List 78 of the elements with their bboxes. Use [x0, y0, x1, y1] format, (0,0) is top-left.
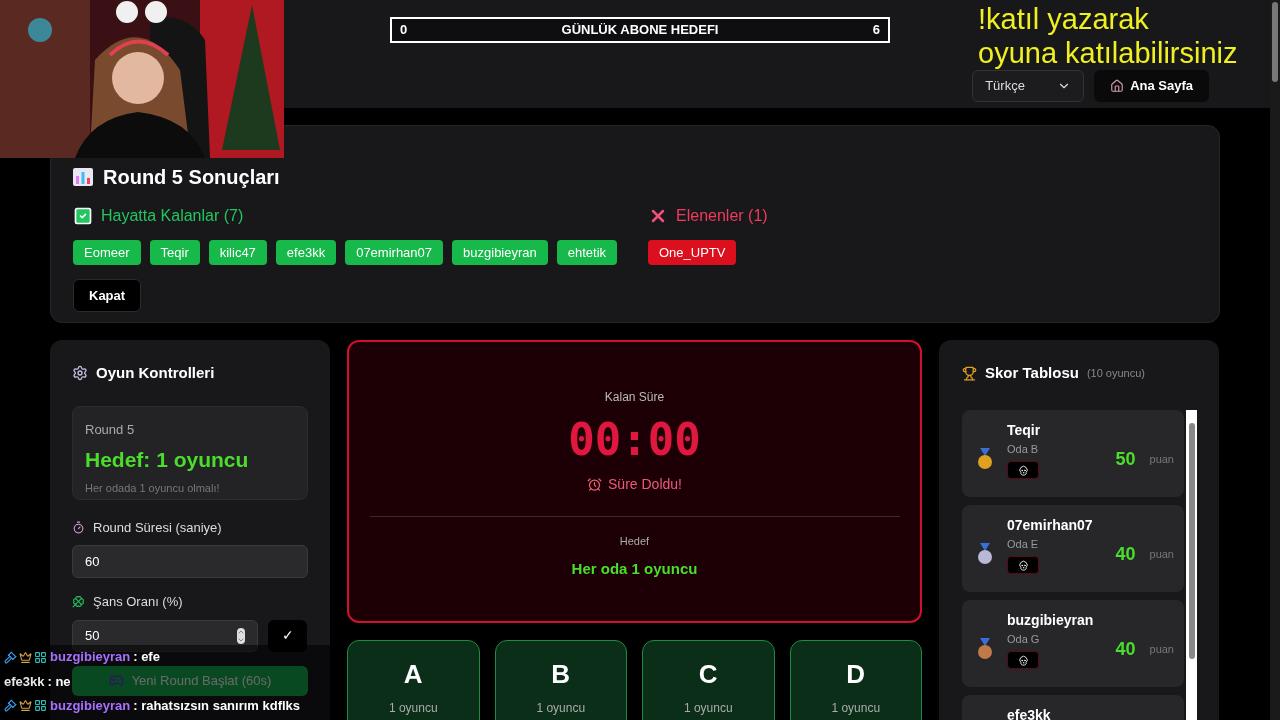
player-score: 50: [1115, 447, 1136, 471]
alarm-clock-icon: [587, 477, 603, 492]
gear-icon: [72, 365, 88, 382]
chat-message: efe3kk : ne: [4, 672, 71, 691]
room-card[interactable]: B 1 oyuncu: [494, 640, 627, 720]
room-card[interactable]: C 1 oyuncu: [642, 640, 775, 720]
target-label: Hedef: [619, 534, 650, 549]
player-count: (10 oyuncu): [1086, 366, 1145, 381]
timer-value: 00:00: [568, 418, 701, 462]
player-name: efe3kk: [1007, 706, 1051, 720]
goal-bar: 0 GÜNLÜK ABONE HEDEFI 6: [390, 17, 890, 43]
room-letter: A: [403, 661, 423, 687]
room-count: 1 oyuncu: [536, 700, 586, 717]
stopwatch-icon: [72, 520, 85, 534]
survivor-chip: efe3kk: [275, 240, 337, 265]
chat-message: buzgibieyran : rahatsızsın sanırım kdflks: [4, 696, 301, 716]
clover-icon: [72, 595, 85, 609]
language-select[interactable]: Türkçe: [972, 70, 1085, 102]
stream-notice: !katıl yazarak: [978, 2, 1149, 36]
round-note: Her odada 1 oyuncu olmalı!: [85, 480, 221, 496]
eliminated-heading: Elenenler (1): [676, 206, 768, 226]
score-unit: puan: [1149, 641, 1174, 657]
confirm-button[interactable]: ✓: [268, 619, 307, 652]
score-unit: puan: [1149, 546, 1174, 562]
room-letter: C: [698, 661, 718, 687]
medal-icon: [977, 448, 993, 470]
eliminated-chip: One_UPTV: [648, 240, 737, 265]
player-score: 40: [1115, 637, 1136, 661]
gamepad-icon: [108, 673, 124, 688]
survivor-chip: Teqir: [149, 240, 200, 265]
survivor-chip: 07emirhan07: [345, 240, 444, 265]
score-unit: puan: [1149, 451, 1174, 467]
scoreboard-title: Skor Tablosu: [985, 363, 1079, 383]
survivor-chip: ehtetik: [556, 240, 618, 265]
player-score: 40: [1115, 542, 1136, 566]
player-room: Oda E: [1007, 536, 1039, 552]
room-letter: D: [846, 661, 866, 687]
room-count: 1 oyuncu: [388, 700, 438, 717]
bar-chart-icon: [73, 168, 93, 186]
controls-title: Oyun Kontrolleri: [96, 363, 215, 383]
skull-badge: [1007, 556, 1039, 574]
player-name: buzgibieyran: [1007, 611, 1094, 628]
timer-status: Süre Doldu!: [608, 475, 682, 494]
survivor-chip: Eomeer: [73, 240, 141, 265]
target-value: Her oda 1 oyuncu: [571, 558, 698, 579]
home-button[interactable]: Ana Sayfa: [1094, 70, 1209, 102]
chance-label: Şans Oranı (%): [93, 593, 183, 611]
survivor-chip: kilic47: [208, 240, 267, 265]
skull-badge: [1007, 461, 1039, 479]
room-card[interactable]: A 1 oyuncu: [347, 640, 480, 720]
survivor-chip: buzgibieyran: [452, 240, 548, 265]
duration-field[interactable]: 60: [72, 545, 308, 578]
duration-label: Round Süresi (saniye): [93, 518, 222, 537]
chance-field[interactable]: 50: [72, 619, 258, 652]
skull-badge: [1007, 651, 1039, 669]
close-button[interactable]: Kapat: [73, 279, 142, 312]
stream-notice: oyuna katılabilirsiniz: [978, 36, 1238, 70]
player-name: 07emirhan07: [1007, 516, 1093, 533]
spinner-icon: [237, 627, 245, 644]
results-title: Round 5 Sonuçları: [103, 165, 280, 190]
medal-icon: [977, 638, 993, 660]
room-card[interactable]: D 1 oyuncu: [789, 640, 922, 720]
round-target: Hedef: 1 oyuncu: [85, 447, 250, 473]
room-count: 1 oyuncu: [831, 700, 881, 717]
timer-label: Kalan Süre: [604, 389, 665, 406]
room-count: 1 oyuncu: [683, 700, 733, 717]
player-room: Oda B: [1007, 441, 1039, 457]
player-name: Teqir: [1007, 421, 1041, 438]
house-icon: [1110, 79, 1125, 93]
check-icon: [73, 206, 93, 226]
player-room: Oda G: [1007, 631, 1040, 647]
page-scrollbar[interactable]: [1270, 0, 1280, 720]
room-letter: B: [551, 661, 571, 687]
round-label: Round 5: [85, 420, 136, 439]
survivors-heading: Hayatta Kalanlar (7): [101, 206, 244, 226]
medal-icon: [977, 543, 993, 565]
trophy-icon: [962, 365, 977, 381]
scrollbar[interactable]: [1186, 409, 1197, 720]
